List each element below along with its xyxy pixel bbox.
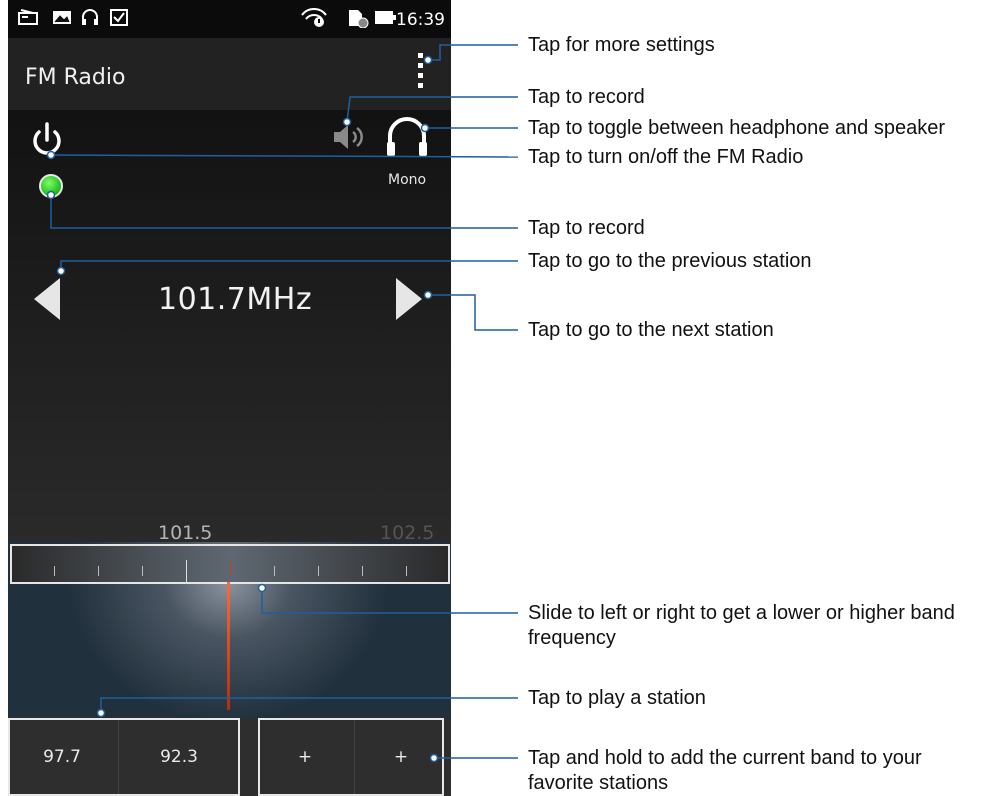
callout-dot <box>257 583 267 593</box>
callout-hold-add: Tap and hold to add the current band to … <box>528 747 922 794</box>
callout-line-settings <box>428 44 518 61</box>
callout-dot <box>46 150 56 160</box>
callout-line-power <box>50 154 519 158</box>
callout-record: Tap to record <box>528 217 645 239</box>
callout-next: Tap to go to the next station <box>528 319 774 341</box>
callout-dot <box>423 290 433 300</box>
callout-dot <box>56 266 66 276</box>
callout-power: Tap to turn on/off the FM Radio <box>528 146 804 168</box>
callout-slide: Slide to left or right to get a lower or… <box>528 602 955 649</box>
callout-line-slide <box>261 588 518 614</box>
callout-dot <box>423 55 433 65</box>
callout-line-next <box>428 294 518 331</box>
callout-record-top: Tap to record <box>528 86 645 108</box>
callout-line-record-top <box>346 96 518 123</box>
callout-dot <box>420 123 430 133</box>
callout-line-play <box>100 697 518 713</box>
callout-dot <box>46 190 56 200</box>
callout-play: Tap to play a station <box>528 687 706 709</box>
callout-dot <box>96 708 106 718</box>
callout-more-settings: Tap for more settings <box>528 34 715 56</box>
callout-dot <box>342 117 352 127</box>
callout-dot <box>429 753 439 763</box>
callout-line-prev <box>60 260 518 271</box>
callout-previous: Tap to go to the previous station <box>528 250 812 272</box>
callout-toggle-audio: Tap to toggle between headphone and spea… <box>528 117 946 139</box>
callout-line-record <box>50 195 518 229</box>
